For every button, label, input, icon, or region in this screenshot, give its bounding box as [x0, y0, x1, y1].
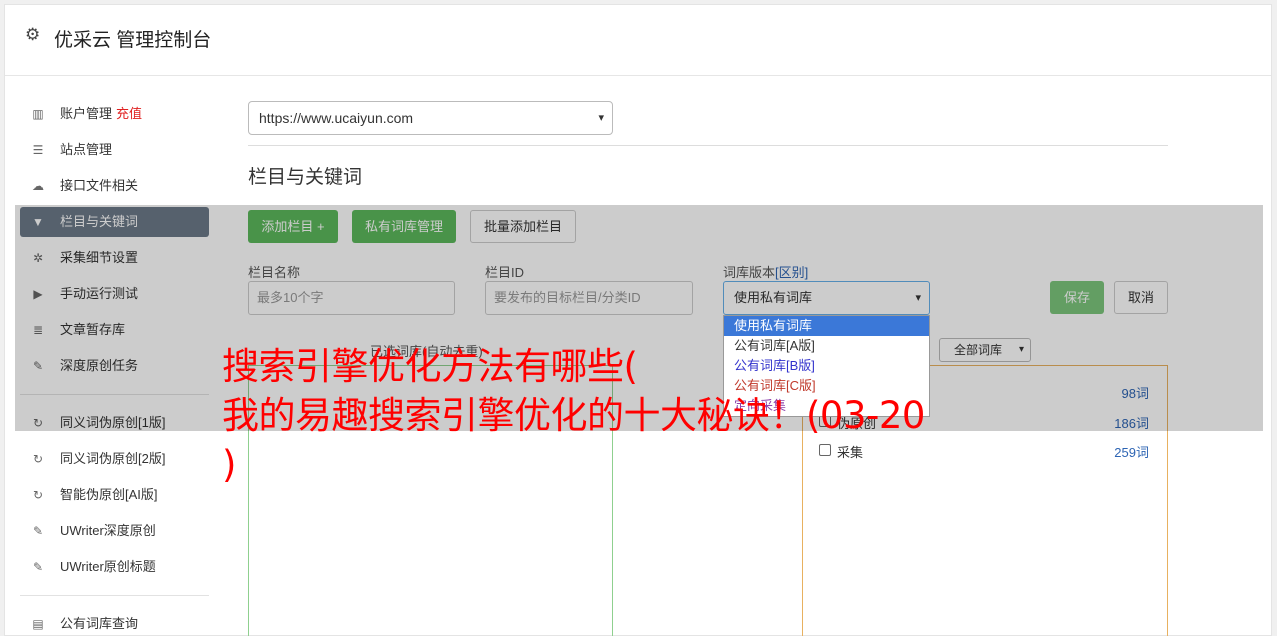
sidebar-divider: [20, 595, 209, 596]
sidebar-item-label: 同义词伪原创[1版]: [60, 415, 166, 430]
bar-chart-icon: ▥: [32, 107, 44, 121]
dict-count: 259词: [1114, 445, 1149, 460]
chevron-down-icon: ▾: [598, 112, 604, 124]
book-icon: ▤: [32, 617, 44, 631]
sidebar-item-sites[interactable]: ☰ 站点管理: [20, 135, 209, 165]
column-name-input[interactable]: 最多10个字: [248, 281, 455, 315]
column-name-label: 栏目名称: [248, 265, 301, 280]
save-button[interactable]: 保存: [1050, 281, 1104, 314]
sidebar-item-label: UWriter深度原创: [60, 523, 156, 538]
dict-version-select[interactable]: 使用私有词库 ▾: [723, 281, 930, 315]
edit-icon: ✎: [32, 560, 44, 574]
site-select-value: https://www.ucaiyun.com: [259, 110, 414, 126]
sidebar-item-account[interactable]: ▥ 账户管理 充值: [20, 99, 209, 129]
sidebar-item-label: 深度原创任务: [60, 358, 139, 373]
sidebar-item-public-dict[interactable]: ▤ 公有词库查询: [20, 609, 209, 636]
page-title: 优采云 管理控制台: [54, 30, 212, 51]
sidebar-item-label: 采集细节设置: [60, 250, 139, 265]
play-circle-icon: ▶: [33, 287, 43, 301]
sidebar-item-label: 文章暂存库: [60, 322, 126, 337]
private-dict-button[interactable]: 私有词库管理: [352, 210, 456, 243]
sidebar-item-label: 接口文件相关: [60, 178, 139, 193]
refresh-icon: ↻: [32, 416, 44, 430]
site-select[interactable]: https://www.ucaiyun.com ▾: [248, 101, 613, 135]
sidebar-item-label: 栏目与关键词: [60, 214, 139, 229]
sidebar-divider: [20, 394, 209, 395]
section-title: 栏目与关键词: [248, 167, 363, 188]
sidebar-item-label: UWriter原创标题: [60, 559, 156, 574]
sidebar-item-label: 同义词伪原创[2版]: [60, 451, 166, 466]
page-header: ⚙ 优采云 管理控制台: [5, 5, 1271, 76]
sidebar-item-synonym-v2[interactable]: ↻ 同义词伪原创[2版]: [20, 444, 209, 474]
column-id-input[interactable]: 要发布的目标栏目/分类ID: [485, 281, 693, 315]
column-id-label: 栏目ID: [485, 265, 525, 280]
sidebar-item-label: 公有词库查询: [60, 616, 139, 631]
dict-version-label-text: 词库版本: [723, 265, 776, 280]
cancel-button[interactable]: 取消: [1114, 281, 1168, 314]
divider: [248, 145, 1168, 146]
edit-icon: ✎: [32, 359, 44, 373]
dict-count: 186词: [1114, 416, 1149, 431]
sidebar-item-manual-run[interactable]: ▶ 手动运行测试: [20, 279, 209, 309]
gears-icon: ✲: [32, 251, 44, 265]
gear-icon: ⚙: [25, 25, 41, 44]
refresh-icon: ↻: [32, 452, 44, 466]
batch-add-button[interactable]: 批量添加栏目: [470, 210, 576, 243]
add-column-button[interactable]: 添加栏目 +: [248, 210, 338, 243]
difference-link[interactable]: [区别]: [775, 265, 808, 280]
dict-version-value: 使用私有词库: [734, 290, 813, 305]
sidebar-item-uwriter-title[interactable]: ✎ UWriter原创标题: [20, 552, 209, 582]
overlay-headline: 搜索引擎优化方法有哪些( 我的易趣搜索引擎优化的十大秘诀！(03-20 ): [222, 342, 1082, 489]
filter-icon: ▼: [32, 215, 44, 229]
dict-count: 98词: [1121, 386, 1149, 401]
sidebar-item-collect-settings[interactable]: ✲ 采集细节设置: [20, 243, 209, 273]
sidebar-item-label: 账户管理: [60, 106, 113, 121]
sidebar-item-deep-original[interactable]: ✎ 深度原创任务: [20, 351, 209, 381]
dict-version-label: 词库版本[区别]: [723, 262, 808, 281]
headline-line-2: 我的易趣搜索引擎优化的十大秘诀！(03-20: [222, 394, 925, 437]
sidebar-item-ai-rewrite[interactable]: ↻ 智能伪原创[AI版]: [20, 480, 209, 510]
sidebar-item-interface[interactable]: ☁ 接口文件相关: [20, 171, 209, 201]
sidebar-item-label: 站点管理: [60, 142, 113, 157]
edit-icon: ✎: [32, 524, 44, 538]
sidebar-item-label: 智能伪原创[AI版]: [60, 487, 158, 502]
cloud-upload-icon: ☁: [32, 179, 44, 193]
sidebar-item-columns-keywords[interactable]: ▼ 栏目与关键词: [20, 207, 209, 237]
server-icon: ☰: [32, 143, 44, 157]
refresh-icon: ↻: [32, 488, 44, 502]
sidebar-item-label: 手动运行测试: [60, 286, 139, 301]
chevron-down-icon: ▾: [915, 292, 921, 304]
dropdown-option-private[interactable]: 使用私有词库: [724, 316, 929, 336]
sidebar-item-synonym-v1[interactable]: ↻ 同义词伪原创[1版]: [20, 408, 209, 438]
sidebar-item-article-store[interactable]: ≣ 文章暂存库: [20, 315, 209, 345]
headline-line-3: ): [222, 443, 236, 486]
sidebar-item-uwriter-deep[interactable]: ✎ UWriter深度原创: [20, 516, 209, 546]
recharge-link[interactable]: 充值: [116, 106, 142, 121]
database-icon: ≣: [32, 323, 44, 337]
headline-line-1: 搜索引擎优化方法有哪些(: [222, 345, 638, 388]
